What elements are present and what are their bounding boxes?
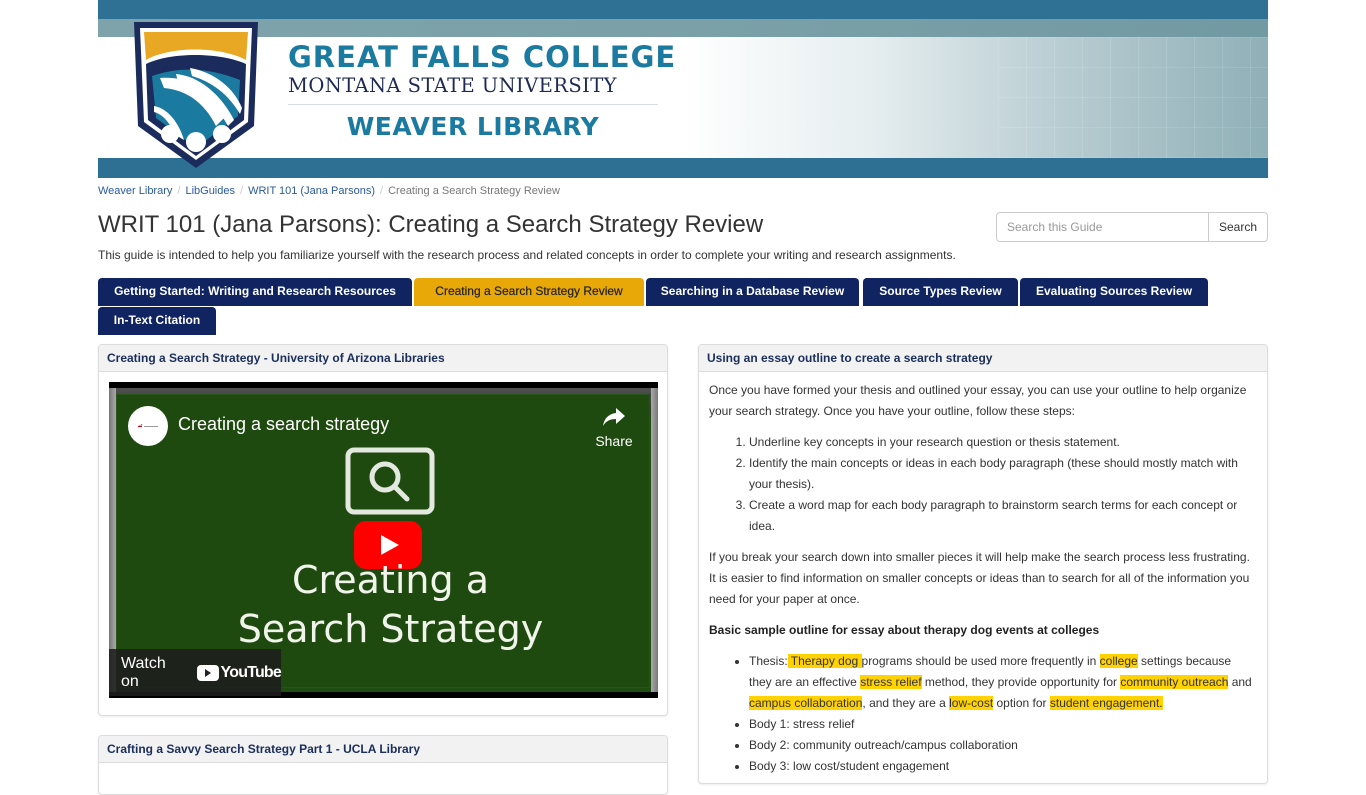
video-player: ⧡ Creating a search strategy Share Creat… xyxy=(109,388,658,696)
library-name: WEAVER LIBRARY xyxy=(346,112,600,141)
share-arrow-icon xyxy=(603,408,625,426)
highlighted-term: college xyxy=(1099,654,1138,668)
channel-logo-bar xyxy=(144,425,159,427)
breadcrumb-current: Creating a Search Strategy Review xyxy=(388,185,560,197)
breadcrumb-separator: / xyxy=(380,185,384,197)
library-banner[interactable]: GREAT FALLS COLLEGE MONTANA STATE UNIVER… xyxy=(98,0,1268,178)
banner-band xyxy=(98,19,1268,37)
panel-heading: Creating a Search Strategy - University … xyxy=(99,345,667,372)
search-guide-input[interactable] xyxy=(996,212,1208,242)
thesis-label: Thesis: xyxy=(749,654,788,668)
body-item: Body 3: low cost/student engagement xyxy=(749,756,1257,777)
logo-divider xyxy=(288,104,658,105)
thesis-item: Thesis: Therapy dog programs should be u… xyxy=(749,651,1257,714)
video-title[interactable]: Creating a search strategy xyxy=(178,414,389,435)
thesis-text: programs should be used more frequently … xyxy=(861,654,1100,668)
breadcrumb-separator: / xyxy=(177,185,181,197)
university-name: MONTANA STATE UNIVERSITY xyxy=(288,74,617,97)
highlighted-term: low-cost xyxy=(949,696,994,710)
page-title: WRIT 101 (Jana Parsons): Creating a Sear… xyxy=(98,211,764,238)
tab-evaluating-sources[interactable]: Evaluating Sources Review xyxy=(1020,278,1208,306)
monitor-search-icon xyxy=(345,447,435,515)
tab-searching-database[interactable]: Searching in a Database Review xyxy=(646,278,859,306)
college-shield-logo-icon xyxy=(134,22,258,168)
step-item: Underline key concepts in your research … xyxy=(749,432,1257,453)
thumbnail-text: Creating a xyxy=(291,558,489,602)
share-button[interactable]: Share xyxy=(592,406,636,449)
banner-logo-text: GREAT FALLS COLLEGE MONTANA STATE UNIVER… xyxy=(288,40,677,141)
banner-band xyxy=(98,0,1268,19)
page-container: GREAT FALLS COLLEGE MONTANA STATE UNIVER… xyxy=(98,0,1268,795)
tab-getting-started[interactable]: Getting Started: Writing and Research Re… xyxy=(98,278,412,306)
youtube-logo: YouTube xyxy=(196,663,282,682)
panel-body: Once you have formed your thesis and out… xyxy=(699,372,1267,783)
youtube-wordmark: YouTube xyxy=(220,663,282,681)
channel-logo-icon: ⧡ xyxy=(137,422,143,429)
video-panel-arizona: Creating a Search Strategy - University … xyxy=(98,344,668,716)
video-thumbnail[interactable]: ⧡ Creating a search strategy Share Creat… xyxy=(116,394,650,688)
breadcrumb-separator: / xyxy=(240,185,244,197)
highlighted-term: campus collaboration xyxy=(749,696,863,710)
channel-avatar[interactable]: ⧡ xyxy=(128,406,168,446)
tab-in-text-citation[interactable]: In-Text Citation xyxy=(98,307,216,335)
search-button[interactable]: Search xyxy=(1208,212,1268,242)
thesis-text: , and they are a xyxy=(862,696,950,710)
breadcrumb-link-writ-101[interactable]: WRIT 101 (Jana Parsons) xyxy=(248,185,375,197)
watch-on-youtube-button[interactable]: Watch on YouTube xyxy=(109,649,282,696)
outline-heading: Basic sample outline for essay about the… xyxy=(709,623,1100,637)
banner-texture xyxy=(998,37,1268,158)
banner-band xyxy=(98,158,1268,178)
share-label: Share xyxy=(595,433,633,449)
step-item: Create a word map for each body paragrap… xyxy=(749,495,1257,537)
play-icon xyxy=(381,535,399,555)
tab-creating-search-strategy[interactable]: Creating a Search Strategy Review xyxy=(414,278,644,306)
intro-paragraph: Once you have formed your thesis and out… xyxy=(709,383,1247,418)
breadcrumb: Weaver Library / LibGuides / WRIT 101 (Jana … xyxy=(98,185,560,197)
college-name: GREAT FALLS COLLEGE xyxy=(288,40,677,74)
page-description: This guide is intended to help you famil… xyxy=(98,248,956,262)
body-item: Body 1: stress relief xyxy=(749,714,1257,735)
thesis-text: and xyxy=(1228,675,1252,689)
guide-search: Search xyxy=(996,212,1268,242)
watch-on-label: Watch on xyxy=(121,654,166,690)
step-item: Identify the main concepts or ideas in e… xyxy=(749,453,1257,495)
youtube-play-icon xyxy=(196,664,219,681)
video-edge xyxy=(109,388,116,692)
thesis-text: option for xyxy=(993,696,1050,710)
panel-heading: Using an essay outline to create a searc… xyxy=(699,345,1267,372)
thumbnail-text: Search Strategy xyxy=(237,607,544,651)
panel-heading: Crafting a Savvy Search Strategy Part 1 … xyxy=(99,736,667,763)
breadcrumb-link-weaver-library[interactable]: Weaver Library xyxy=(98,185,172,197)
explanation-paragraph: If you break your search down into small… xyxy=(709,550,1250,606)
essay-outline-panel: Using an essay outline to create a searc… xyxy=(698,344,1268,784)
video-panel-ucla: Crafting a Savvy Search Strategy Part 1 … xyxy=(98,735,668,795)
thesis-text: method, they provide opportunity for xyxy=(921,675,1121,689)
highlighted-term: community outreach xyxy=(1120,675,1229,689)
body-item: Body 2: community outreach/campus collab… xyxy=(749,735,1257,756)
highlighted-term: stress relief xyxy=(860,675,922,689)
highlighted-term: student engagement. xyxy=(1049,696,1163,710)
breadcrumb-link-libguides[interactable]: LibGuides xyxy=(185,185,235,197)
highlighted-term: Therapy dog xyxy=(787,654,862,668)
outline-list: Thesis: Therapy dog programs should be u… xyxy=(709,651,1257,777)
steps-list: Underline key concepts in your research … xyxy=(709,432,1257,537)
youtube-embed[interactable]: ⧡ Creating a search strategy Share Creat… xyxy=(109,382,658,698)
tab-source-types[interactable]: Source Types Review xyxy=(863,278,1018,306)
